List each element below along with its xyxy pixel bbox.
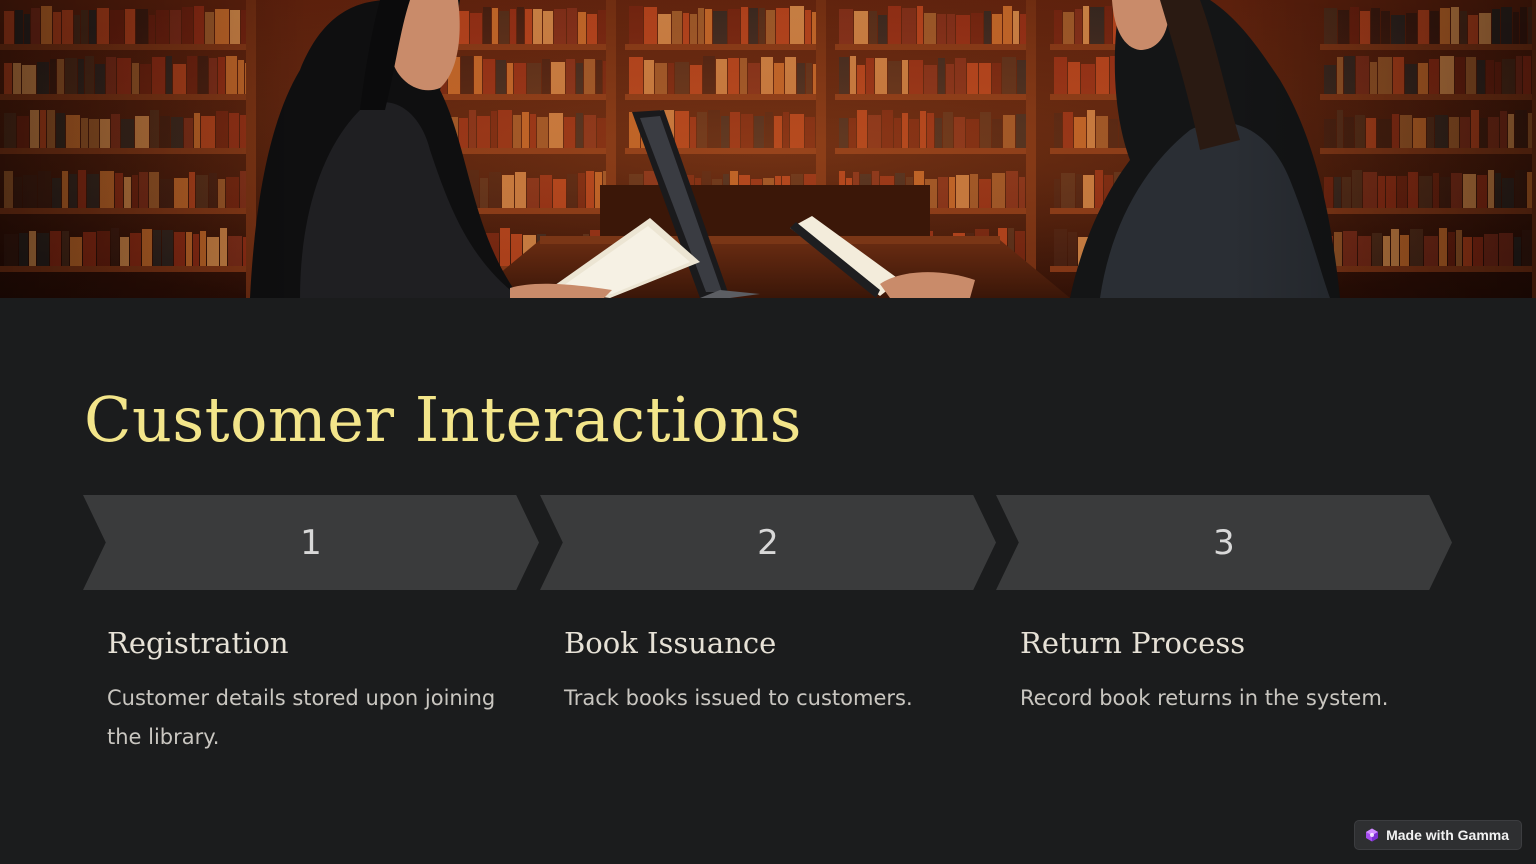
library-scene-image bbox=[0, 0, 1536, 298]
made-with-gamma-badge[interactable]: Made with Gamma bbox=[1354, 820, 1522, 850]
slide-title: Customer Interactions bbox=[84, 383, 802, 456]
step-2-title: Book Issuance bbox=[564, 626, 777, 660]
step-2-number: 2 bbox=[757, 522, 779, 563]
step-1-title: Registration bbox=[107, 626, 289, 660]
step-1-description: Customer details stored upon joining the… bbox=[107, 686, 496, 749]
slide: Customer Interactions 1 Registration Cus… bbox=[0, 0, 1536, 864]
step-2-chevron: 2 bbox=[540, 495, 996, 590]
step-1-chevron: 1 bbox=[83, 495, 539, 590]
badge-label: Made with Gamma bbox=[1386, 827, 1509, 843]
step-1-number: 1 bbox=[300, 522, 322, 563]
step-3-chevron: 3 bbox=[996, 495, 1452, 590]
hero-image bbox=[0, 0, 1536, 298]
gamma-logo-icon bbox=[1366, 828, 1379, 842]
step-3-description: Record book returns in the system. bbox=[1020, 686, 1389, 710]
step-2-description: Track books issued to customers. bbox=[564, 686, 913, 710]
step-3-number: 3 bbox=[1213, 522, 1235, 563]
step-3-title: Return Process bbox=[1020, 626, 1246, 660]
